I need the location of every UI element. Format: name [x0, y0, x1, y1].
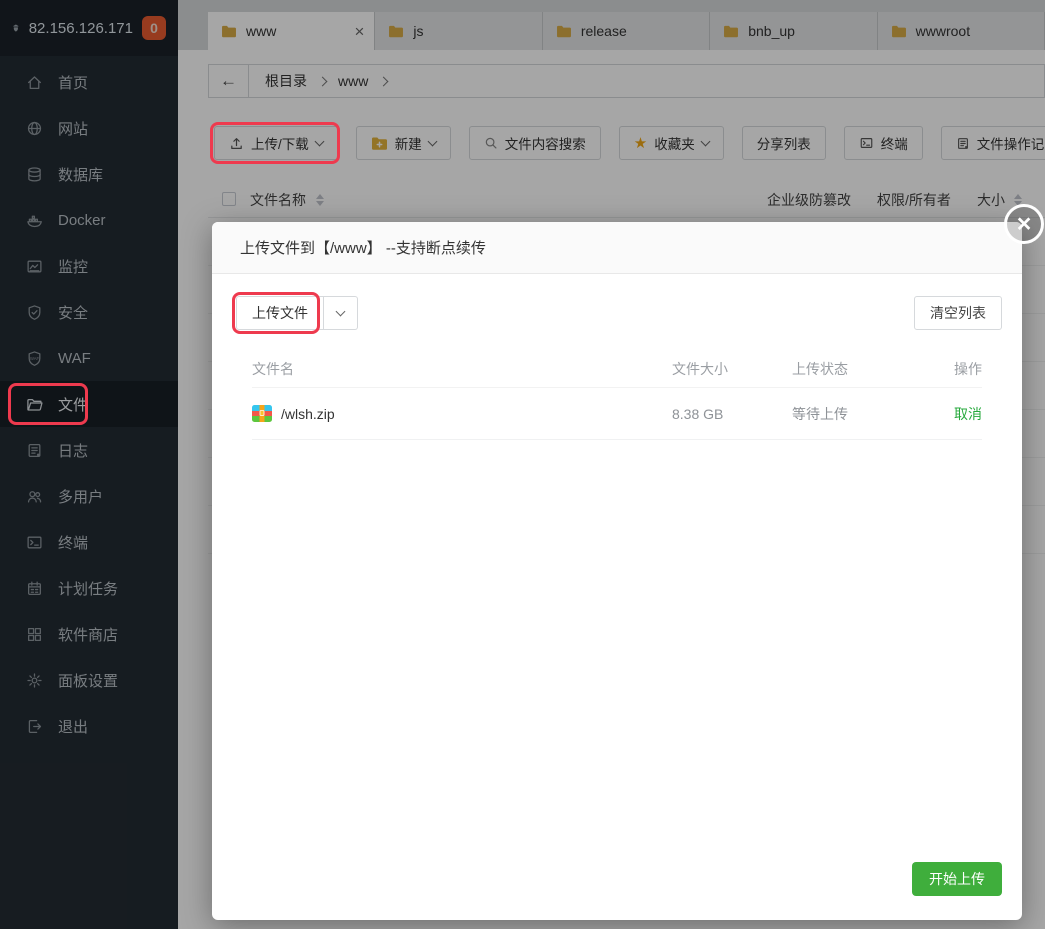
upload-status: 等待上传 [792, 405, 848, 422]
file-size: 8.38 GB [672, 405, 724, 422]
col-status: 上传状态 [792, 360, 848, 377]
upload-row: /wlsh.zip 8.38 GB 等待上传 取消 [252, 388, 982, 440]
upload-list: 文件名 文件大小 上传状态 操作 /wlsh.zip 8.38 GB 等待上传 … [252, 350, 982, 440]
chevron-down-icon [335, 306, 346, 317]
col-filesize: 文件大小 [672, 360, 728, 377]
upload-split-button: 上传文件 [236, 296, 358, 330]
upload-dialog: 上传文件到【/www】 --支持断点续传 上传文件 清空列表 文件名 文件大小 … [212, 222, 1022, 920]
upload-dialog-title: 上传文件到【/www】 --支持断点续传 [212, 222, 1022, 274]
col-action: 操作 [954, 360, 982, 377]
upload-options-button[interactable] [324, 296, 358, 330]
file-name-cell: /wlsh.zip [252, 405, 672, 422]
upload-list-header: 文件名 文件大小 上传状态 操作 [252, 350, 982, 388]
upload-file-button[interactable]: 上传文件 [236, 296, 324, 330]
col-filename: 文件名 [252, 360, 294, 377]
start-upload-button[interactable]: 开始上传 [912, 862, 1002, 896]
close-icon[interactable]: × [1004, 204, 1044, 244]
upload-dialog-toolbar: 上传文件 清空列表 [236, 296, 1002, 330]
archive-icon [252, 405, 272, 422]
file-name: /wlsh.zip [281, 405, 335, 422]
clear-list-button[interactable]: 清空列表 [914, 296, 1002, 330]
cancel-link[interactable]: 取消 [932, 404, 982, 424]
